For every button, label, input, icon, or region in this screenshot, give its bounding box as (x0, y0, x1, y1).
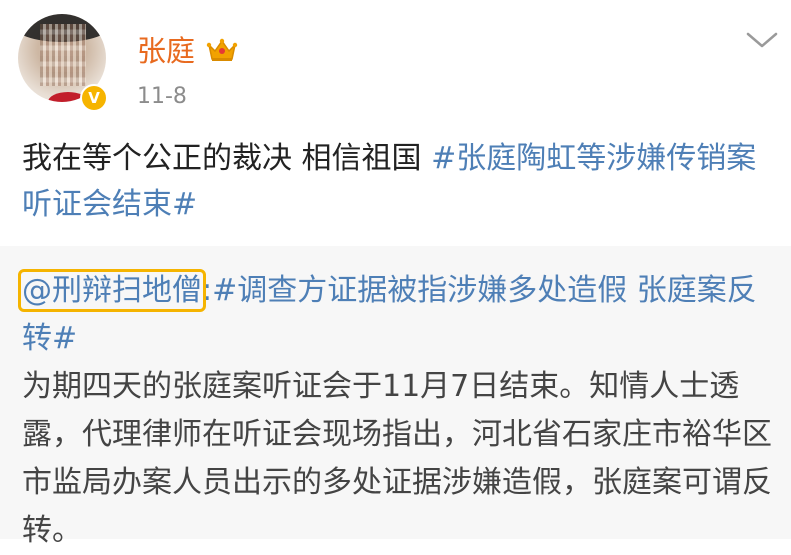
avatar-pixelation (40, 24, 86, 86)
post-time: 11-8 (137, 84, 187, 109)
repost-card[interactable]: @刑辩扫地僧:#调查方证据被指涉嫌多处造假 张庭案反转# 为期四天的张庭案听证会于… (0, 246, 791, 548)
post-text-plain: 我在等个公正的裁决 相信祖国 (22, 141, 432, 176)
repost-colon: : (202, 273, 213, 308)
username[interactable]: 张庭 (137, 34, 195, 68)
post-header: V 张庭 11-8 (0, 0, 791, 128)
repost-mention-link[interactable]: @刑辩扫地僧 (18, 269, 206, 312)
post-text: 我在等个公正的裁决 相信祖国 #张庭陶虹等涉嫌传销案听证会结束# (22, 136, 770, 228)
chevron-down-icon[interactable] (744, 28, 780, 52)
verified-badge-icon: V (80, 84, 108, 112)
repost-text: @刑辩扫地僧:#调查方证据被指涉嫌多处造假 张庭案反转# 为期四天的张庭案听证会于… (18, 267, 774, 555)
crown-icon (206, 38, 238, 61)
repost-body: 为期四天的张庭案听证会于11月7日结束。知情人士透露，代理律师在听证会现场指出，… (22, 369, 772, 548)
